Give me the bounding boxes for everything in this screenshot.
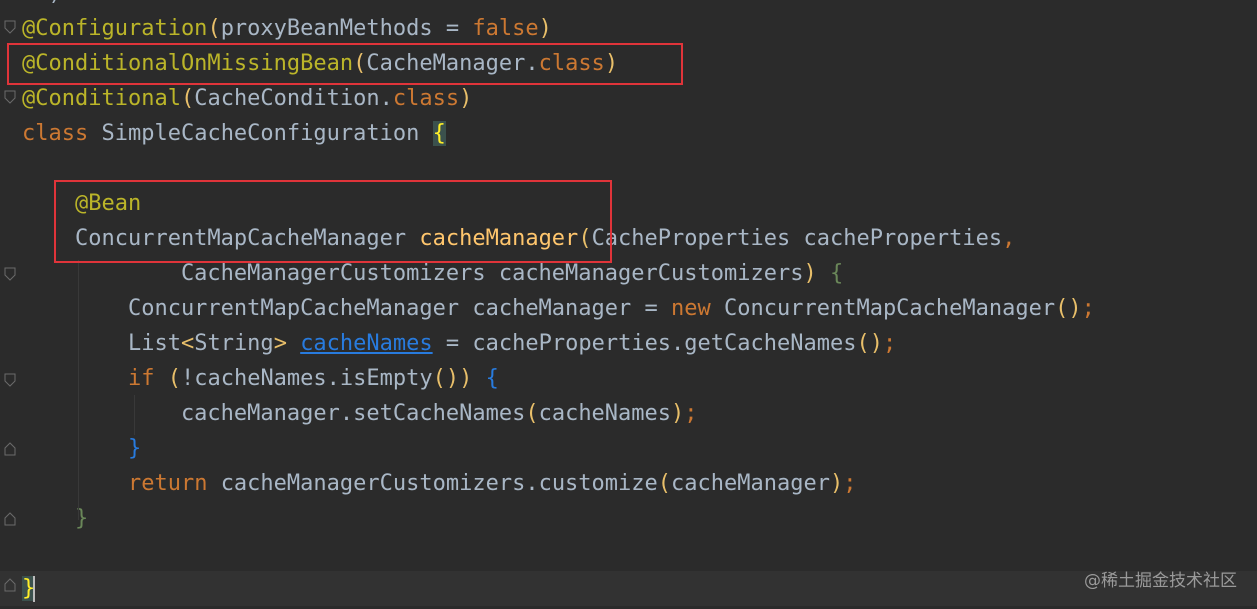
code-token: ConcurrentMapCacheManager — [724, 296, 1056, 321]
code-token: List — [22, 331, 181, 356]
code-token: ) — [459, 86, 473, 111]
line-if[interactable]: if (!cacheNames.isEmpty()) { — [0, 361, 1257, 396]
highlight-box-conditional-on-missing-bean — [7, 43, 683, 85]
line-new-cache-manager[interactable]: ConcurrentMapCacheManager cacheManager =… — [0, 291, 1257, 326]
code-token: cacheNames — [538, 401, 672, 426]
code-token: !cacheNames.isEmpty — [180, 366, 433, 391]
fold-open-icon[interactable] — [4, 373, 16, 387]
code-token: ; — [684, 401, 698, 426]
code-token: ( — [207, 16, 221, 41]
code-token: proxyBeanMethods = — [220, 16, 473, 41]
code-token: CacheManagerCustomizers cacheManagerCust… — [22, 261, 804, 286]
code-token: false — [472, 16, 539, 41]
code-token: { — [432, 121, 446, 146]
code-token: < — [180, 331, 195, 356]
code-token: @Configuration — [22, 16, 208, 41]
line-class-close[interactable]: } — [0, 571, 1257, 606]
code-token: () — [1055, 296, 1082, 321]
line-method-close[interactable]: } — [0, 501, 1257, 536]
code-token: { — [829, 261, 844, 286]
highlight-box-bean-method — [54, 180, 612, 263]
code-token: @Conditional — [22, 86, 181, 111]
code-token: ) — [829, 471, 844, 496]
code-token: if — [127, 366, 168, 391]
code-token: ) — [459, 366, 486, 391]
fold-close-icon[interactable] — [4, 512, 16, 526]
code-token: ( — [180, 86, 195, 111]
text-caret — [33, 576, 36, 602]
code-token: , — [1002, 226, 1016, 251]
code-token: } — [74, 506, 89, 531]
line-partial-top: ) — [0, 0, 1257, 11]
watermark: @稀土掘金技术社区 — [1084, 571, 1237, 591]
code-text[interactable]: @Configuration(proxyBeanMethods = false) — [22, 11, 552, 46]
line-class-declaration[interactable]: class SimpleCacheConfiguration { — [0, 116, 1257, 151]
line-set-cache-names[interactable]: cacheManager.setCacheNames(cacheNames); — [0, 396, 1257, 431]
code-text[interactable]: cacheManager.setCacheNames(cacheNames); — [22, 396, 698, 431]
code-token: ( — [657, 471, 672, 496]
line-if-close[interactable]: } — [0, 431, 1257, 466]
fold-close-icon[interactable] — [4, 578, 16, 592]
code-token: CacheCondition. — [194, 86, 393, 111]
code-token: cacheManager — [671, 471, 830, 496]
code-token: ( — [525, 401, 539, 426]
code-text[interactable]: if (!cacheNames.isEmpty()) { — [22, 361, 499, 396]
code-token: ; — [843, 471, 857, 496]
code-token: ; — [882, 331, 897, 356]
code-token: { — [485, 366, 499, 391]
code-token: () — [432, 366, 460, 391]
code-token: ) — [803, 261, 830, 286]
code-token: new — [671, 296, 724, 321]
code-token: String — [194, 331, 274, 356]
code-token: } — [127, 436, 142, 461]
code-token: CacheProperties cacheProperties — [591, 226, 1003, 251]
fold-open-icon[interactable] — [4, 267, 16, 281]
code-token: return — [127, 471, 221, 496]
code-text[interactable]: List<String> cacheNames = cachePropertie… — [22, 326, 896, 361]
code-token: cacheManagerCustomizers.customize — [220, 471, 658, 496]
code-token: cacheManager.setCacheNames — [22, 401, 526, 426]
code-text[interactable]: ConcurrentMapCacheManager cacheManager =… — [22, 291, 1095, 326]
line-cache-names[interactable]: List<String> cacheNames = cachePropertie… — [0, 326, 1257, 361]
code-token: ) — [671, 401, 685, 426]
code-token: ConcurrentMapCacheManager cacheManager = — [22, 296, 672, 321]
fold-close-icon[interactable] — [4, 442, 16, 456]
indent-guide — [78, 260, 79, 520]
code-token: = cacheProperties.getCacheNames — [432, 331, 857, 356]
code-token: cacheNames — [300, 331, 433, 356]
code-token: class — [22, 121, 102, 146]
code-token: ) — [538, 16, 552, 41]
code-editor[interactable]: ) @Configuration(proxyBeanMethods = fals… — [0, 0, 1257, 609]
code-text[interactable]: class SimpleCacheConfiguration { — [22, 116, 446, 151]
line-conditional[interactable]: @Conditional(CacheCondition.class) — [0, 81, 1257, 116]
code-token: > — [273, 331, 301, 356]
code-token: SimpleCacheConfiguration — [101, 121, 433, 146]
fold-open-icon[interactable] — [4, 20, 16, 34]
code-text[interactable]: return cacheManagerCustomizers.customize… — [22, 466, 857, 501]
line-blank-2[interactable] — [0, 536, 1257, 571]
code-token: class — [392, 86, 460, 111]
code-text[interactable]: @Conditional(CacheCondition.class) — [22, 81, 472, 116]
code-token: ; — [1081, 296, 1095, 321]
line-configuration[interactable]: @Configuration(proxyBeanMethods = false) — [0, 11, 1257, 46]
code-token: ( — [167, 366, 181, 391]
code-text[interactable]: } — [22, 431, 141, 466]
fold-open-icon[interactable] — [4, 90, 16, 104]
code-text[interactable]: } — [22, 571, 36, 606]
indent-guide — [134, 395, 135, 435]
line-return[interactable]: return cacheManagerCustomizers.customize… — [0, 466, 1257, 501]
code-token: () — [856, 331, 883, 356]
